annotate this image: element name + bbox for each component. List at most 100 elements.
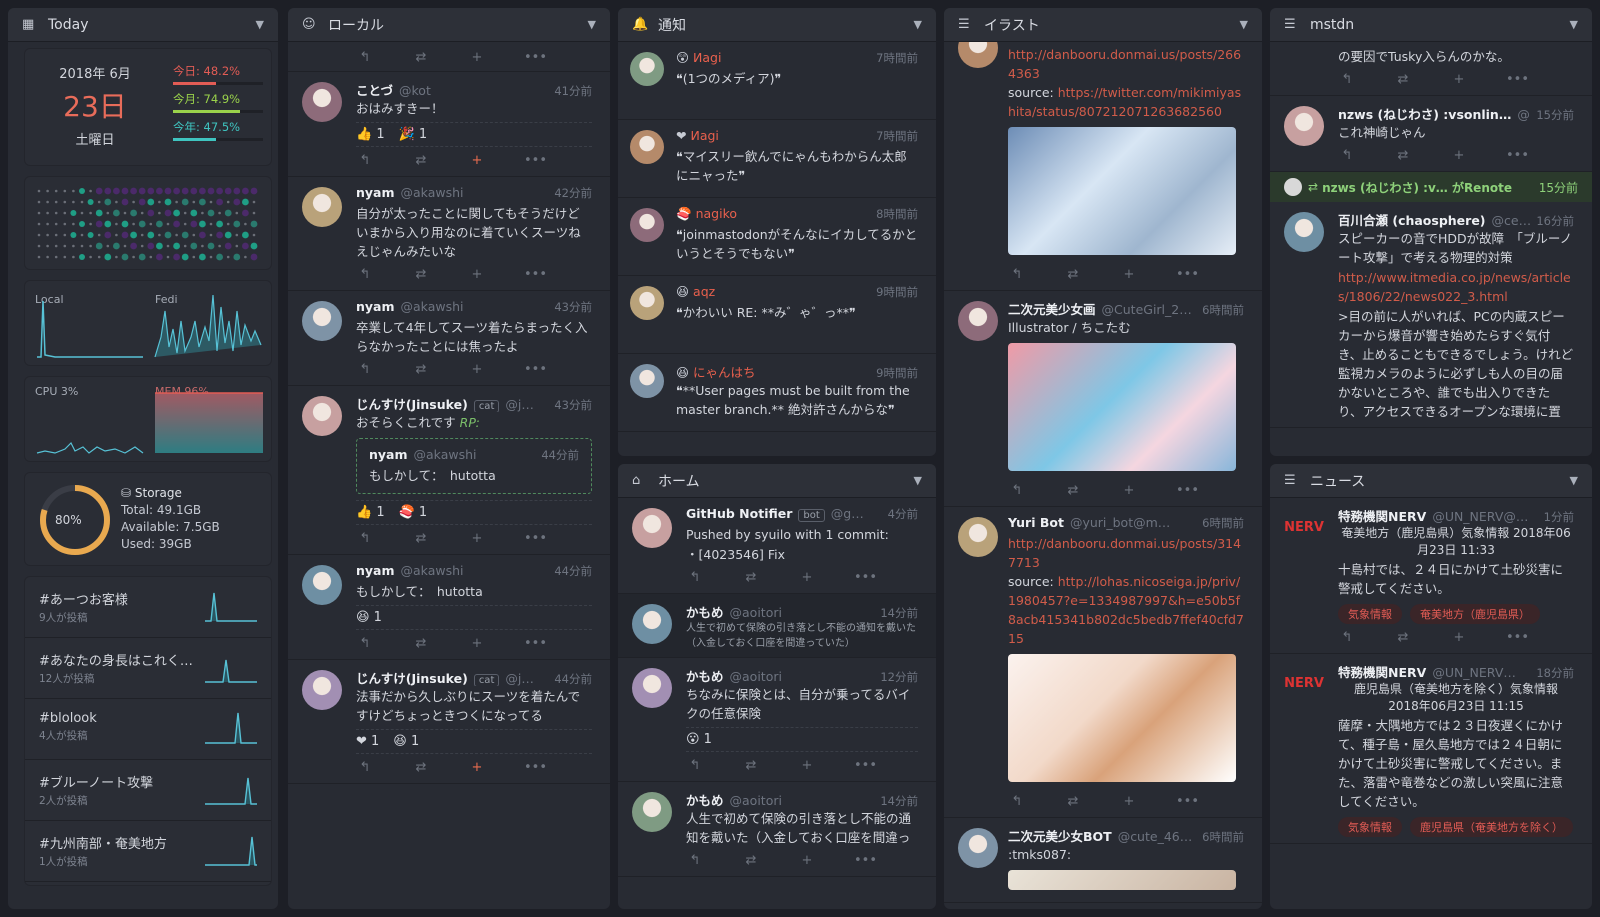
note-author-name[interactable]: 百川合瀬 (chaosphere) — [1338, 210, 1486, 228]
more-icon[interactable]: ••• — [524, 362, 547, 377]
note-time[interactable]: 44分前 — [554, 563, 592, 579]
notification-user[interactable]: にゃんはち — [693, 362, 870, 380]
more-icon[interactable]: ••• — [524, 153, 547, 168]
note-username[interactable]: @g… — [831, 506, 888, 521]
note-author-name[interactable]: GitHub Notifier — [686, 506, 792, 521]
renote-icon[interactable]: ⇄ — [412, 636, 430, 651]
reaction-item[interactable]: 😆 1 — [356, 610, 382, 625]
post-link[interactable]: http://danbooru.donmai.us/posts/2664363 — [1008, 47, 1241, 81]
note-username[interactable]: @UN_NERV… — [1432, 665, 1536, 680]
more-icon[interactable]: ••• — [524, 636, 547, 651]
note-time[interactable]: 15分前 — [1536, 107, 1574, 122]
reply-icon[interactable]: ↰ — [686, 570, 704, 585]
react-icon[interactable]: + — [468, 760, 486, 775]
attached-image[interactable] — [1008, 343, 1236, 471]
reply-icon[interactable]: ↰ — [356, 267, 374, 282]
notification-user[interactable]: aqz — [693, 284, 870, 299]
note-username[interactable]: @aoitori — [730, 793, 881, 808]
reply-icon[interactable]: ↰ — [356, 50, 374, 65]
reply-icon[interactable]: ↰ — [356, 362, 374, 377]
note-username[interactable]: @akawshi — [401, 299, 555, 314]
note-author-name[interactable]: 特務機関NERV — [1338, 506, 1426, 524]
renote-icon[interactable]: ⇄ — [412, 267, 430, 282]
more-icon[interactable]: ••• — [524, 50, 547, 65]
note-username[interactable]: @UN_NERV@… — [1432, 509, 1543, 524]
note-username[interactable]: @CuteGirl_2… — [1102, 302, 1203, 317]
notification-user[interactable]: Иagi — [693, 50, 870, 65]
trend-item[interactable]: #ブルーノート攻撃 2人が投稿 — [25, 760, 271, 821]
renote-icon[interactable]: ⇄ — [412, 760, 430, 775]
react-icon[interactable]: + — [798, 570, 816, 585]
note-username[interactable]: @yuri_bot@m… — [1070, 515, 1202, 530]
more-icon[interactable]: ••• — [854, 570, 877, 585]
more-icon[interactable]: ••• — [524, 760, 547, 775]
reply-icon[interactable]: ↰ — [1008, 794, 1026, 809]
column-header-home[interactable]: ⌂ ホーム ▼ — [618, 464, 936, 498]
more-icon[interactable]: ••• — [1176, 794, 1199, 809]
more-icon[interactable]: ••• — [1506, 630, 1529, 645]
note-author-name[interactable]: 二次元美少女BOT — [1008, 826, 1112, 844]
note-username[interactable]: @ce… — [1492, 213, 1537, 228]
avatar[interactable] — [632, 508, 672, 548]
renote-icon[interactable]: ⇄ — [1064, 794, 1082, 809]
renote-icon[interactable]: ⇄ — [412, 153, 430, 168]
note-time[interactable]: 42分前 — [554, 185, 592, 201]
note-time[interactable]: 18分前 — [1536, 665, 1574, 680]
note-author-name[interactable]: かもめ — [686, 602, 724, 620]
reply-icon[interactable]: ↰ — [1338, 630, 1356, 645]
chevron-down-icon[interactable]: ▼ — [1570, 474, 1578, 487]
react-icon[interactable]: + — [1450, 630, 1468, 645]
note-author-name[interactable]: nyam — [356, 563, 395, 578]
avatar[interactable] — [958, 301, 998, 341]
chevron-down-icon[interactable]: ▼ — [914, 474, 922, 487]
note-author-name[interactable]: Yuri Bot — [1008, 515, 1064, 530]
react-icon[interactable]: + — [1120, 794, 1138, 809]
avatar[interactable] — [958, 517, 998, 557]
avatar[interactable] — [1284, 106, 1324, 146]
note-username[interactable]: @j… — [505, 671, 554, 686]
post-link[interactable]: http://danbooru.donmai.us/posts/3147713 — [1008, 536, 1241, 570]
react-icon[interactable]: + — [468, 362, 486, 377]
chevron-down-icon[interactable]: ▼ — [1240, 18, 1248, 31]
note-username[interactable]: @cute_46… — [1118, 829, 1202, 844]
notification-user[interactable]: Иagi — [690, 128, 870, 143]
note-author-name[interactable]: nyam — [356, 185, 395, 200]
more-icon[interactable]: ••• — [524, 267, 547, 282]
column-header-notifications[interactable]: 🔔 通知 ▼ — [618, 8, 936, 42]
renote-icon[interactable]: ⇄ — [742, 853, 760, 868]
avatar[interactable] — [302, 670, 342, 710]
more-icon[interactable]: ••• — [524, 531, 547, 546]
reaction-item[interactable]: ❤ 1 — [356, 734, 379, 749]
avatar[interactable] — [630, 286, 664, 320]
more-icon[interactable]: ••• — [1506, 72, 1529, 87]
react-icon[interactable]: + — [468, 153, 486, 168]
reaction-item[interactable]: 🍣 1 — [399, 505, 428, 520]
note-author-name[interactable]: かもめ — [686, 790, 724, 808]
column-header-mstdn[interactable]: ☰ mstdn ▼ — [1270, 8, 1592, 42]
avatar[interactable] — [632, 668, 672, 708]
renote-icon[interactable]: ⇄ — [1064, 267, 1082, 282]
avatar[interactable] — [630, 130, 664, 164]
react-icon[interactable]: + — [798, 853, 816, 868]
quote-author[interactable]: nyam — [369, 447, 408, 462]
note-time[interactable]: 44分前 — [554, 671, 592, 686]
note-time[interactable]: 14分前 — [880, 793, 918, 808]
renote-icon[interactable]: ⇄ — [412, 362, 430, 377]
more-icon[interactable]: ••• — [1176, 483, 1199, 498]
note-author-name[interactable]: 特務機関NERV — [1338, 662, 1426, 680]
article-link[interactable]: http://www.itmedia.co.jp/news/articles/1… — [1338, 270, 1571, 304]
note-username[interactable]: @aoitori — [730, 605, 881, 620]
note-time[interactable]: 14分前 — [880, 605, 918, 620]
hashtag[interactable]: 気象情報 — [1338, 604, 1402, 624]
hashtag[interactable]: 鹿児島県（奄美地方を除く） — [1410, 817, 1573, 837]
nerv-logo[interactable]: NERV — [1284, 664, 1324, 704]
more-icon[interactable]: ••• — [854, 758, 877, 773]
note-time[interactable]: 43分前 — [554, 397, 592, 412]
renote-icon[interactable]: ⇄ — [1394, 72, 1412, 87]
reaction-item[interactable]: 👍 1 — [356, 505, 385, 520]
trend-item[interactable]: #九州南部・奄美地方 1人が投稿 — [25, 821, 271, 882]
renote-icon[interactable]: ⇄ — [1394, 630, 1412, 645]
note-username[interactable]: @akawshi — [401, 185, 555, 200]
avatar[interactable] — [302, 396, 342, 436]
react-icon[interactable]: + — [468, 636, 486, 651]
